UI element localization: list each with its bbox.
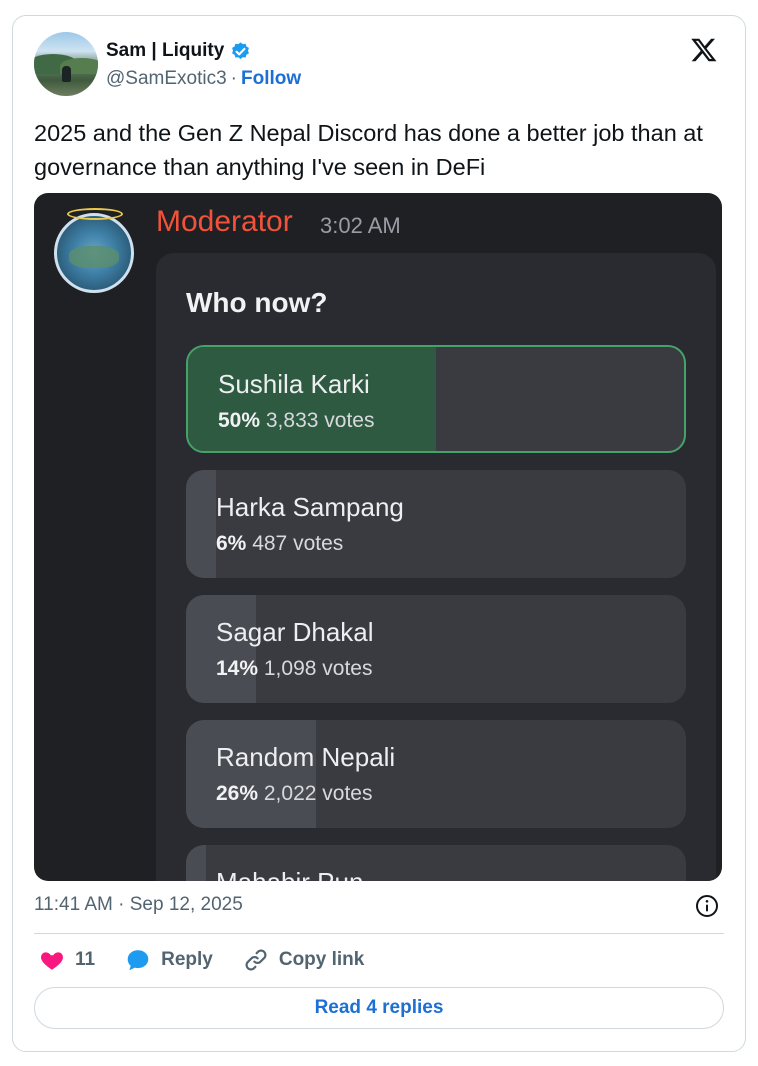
like-button[interactable]: 11: [39, 947, 95, 973]
poll-option-votes: 1,098 votes: [263, 657, 373, 680]
discord-poll: Who now? Sushila Karki 50% 3,833 votes H…: [156, 253, 716, 881]
x-logo-icon[interactable]: [689, 35, 719, 65]
verified-badge-icon: [232, 41, 250, 59]
copy-link-button[interactable]: Copy link: [243, 947, 365, 973]
poll-option: Harka Sampang 6% 487 votes: [186, 470, 686, 578]
poll-option-percent: 50%: [218, 409, 261, 432]
handle-separator: ·: [230, 68, 237, 89]
poll-option-label: Random Nepali: [216, 742, 396, 772]
poll-question: Who now?: [186, 287, 328, 318]
poll-option: Random Nepali 26% 2,022 votes: [186, 720, 686, 828]
poll-option-percent: 14%: [216, 657, 259, 680]
poll-option-stats: 50% 3,833 votes: [218, 409, 374, 433]
divider: [34, 933, 724, 934]
poll-option-label: Harka Sampang: [216, 492, 404, 522]
poll-option-percent: 6%: [216, 532, 247, 555]
author-name-row: Sam | Liquity: [106, 40, 251, 62]
reply-label: Reply: [161, 949, 213, 970]
like-count: 11: [75, 949, 96, 970]
moderator-timestamp: 3:02 AM: [320, 213, 401, 238]
author-handle-row: @SamExotic3 · Follow: [106, 68, 301, 90]
moderator-avatar: [54, 208, 134, 293]
poll-option-votes: 2,022 votes: [263, 782, 373, 805]
poll-option-votes: 487 votes: [252, 532, 344, 555]
author-handle[interactable]: @SamExotic3: [106, 68, 227, 90]
action-bar: 11 Reply Copy link: [39, 946, 394, 974]
poll-option-bar: [186, 845, 206, 881]
poll-option-bar: [186, 720, 316, 828]
poll-option-label: Mahabir Pun: [216, 867, 363, 881]
poll-option-stats: 14% 1,098 votes: [216, 657, 372, 681]
reply-button[interactable]: Reply: [125, 947, 213, 973]
follow-button[interactable]: Follow: [241, 68, 301, 90]
tweet-text: 2025 and the Gen Z Nepal Discord has don…: [34, 120, 703, 180]
poll-option: Sushila Karki 50% 3,833 votes: [186, 345, 686, 453]
read-replies-button[interactable]: Read 4 replies: [34, 987, 724, 1029]
poll-option: Mahabir Pun: [186, 845, 686, 881]
poll-option-stats: 6% 487 votes: [216, 532, 343, 556]
copy-link-label: Copy link: [278, 949, 365, 970]
poll-option-votes: 3,833 votes: [265, 409, 375, 432]
poll-option-percent: 26%: [216, 782, 259, 805]
link-icon: [245, 949, 267, 971]
poll-option-label: Sushila Karki: [218, 369, 370, 399]
poll-option-stats: 26% 2,022 votes: [216, 782, 372, 806]
poll-option-bar: [186, 595, 256, 703]
author-display-name[interactable]: Sam | Liquity: [106, 40, 224, 62]
poll-option: Sagar Dhakal 14% 1,098 votes: [186, 595, 686, 703]
heart-icon: [41, 952, 63, 970]
author-avatar[interactable]: [34, 32, 98, 96]
reply-bubble-icon: [127, 950, 149, 971]
tweet-card: Sam | Liquity @SamExotic3 · Follow 2025 …: [12, 15, 746, 1052]
poll-option-bar: [186, 470, 216, 578]
poll-option-label: Sagar Dhakal: [216, 617, 374, 647]
info-icon[interactable]: [695, 894, 719, 918]
moderator-name: Moderator: [156, 205, 293, 238]
tweet-media-image[interactable]: Moderator 3:02 AM Who now? Sushila Karki…: [34, 193, 722, 881]
tweet-timestamp[interactable]: 11:41 AM · Sep 12, 2025: [34, 894, 243, 916]
